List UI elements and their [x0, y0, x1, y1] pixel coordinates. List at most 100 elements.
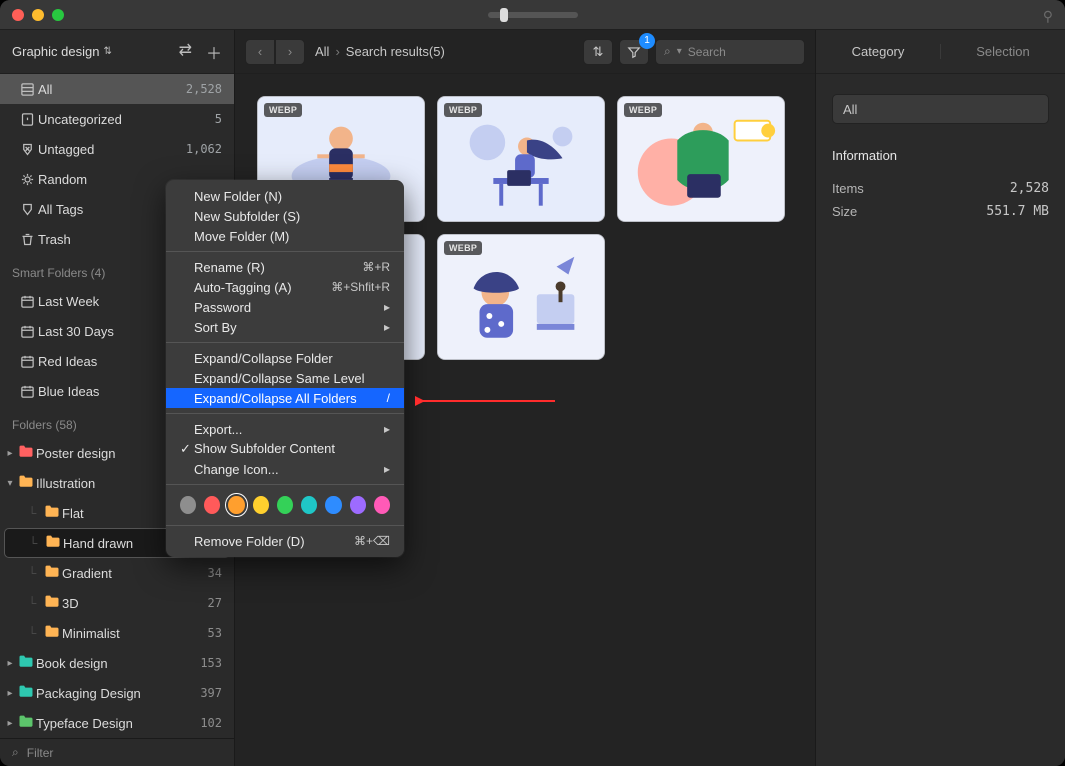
menu-separator	[166, 525, 404, 526]
folder-icon	[43, 535, 63, 551]
folder-typeface-design[interactable]: ▸ Typeface Design 102	[0, 708, 234, 738]
disclosure-triangle-icon[interactable]: ▸	[4, 658, 16, 669]
menu-item-sort-by[interactable]: Sort By ▸	[166, 317, 404, 337]
subfolder-minimalist[interactable]: └ Minimalist 53	[0, 618, 234, 648]
add-icon[interactable]: ＋	[206, 40, 222, 64]
minimize-window-button[interactable]	[32, 9, 44, 21]
menu-item-password[interactable]: Password ▸	[166, 297, 404, 317]
library-switcher[interactable]: Graphic design ⇅	[12, 44, 112, 59]
thumbnail-size-slider[interactable]	[488, 12, 578, 18]
menu-item-label: Expand/Collapse All Folders	[180, 391, 357, 406]
sort-button[interactable]: ⇅	[583, 39, 613, 65]
disclosure-triangle-icon[interactable]: ▾	[4, 478, 16, 489]
menu-item-remove-folder[interactable]: Remove Folder (D) ⌘+⌫	[166, 531, 404, 551]
menu-shortcut: ⌘+⌫	[354, 534, 390, 548]
menu-item-move-folder-m-[interactable]: Move Folder (M)	[166, 226, 404, 246]
sidebar-fixed-icon	[16, 82, 38, 97]
sync-sort-icon[interactable]: ⇄	[179, 40, 192, 64]
format-badge: WEBP	[444, 241, 482, 255]
menu-item-new-subfolder-s-[interactable]: New Subfolder (S)	[166, 206, 404, 226]
tree-line: └	[23, 536, 43, 550]
sidebar-fixed-icon	[16, 232, 38, 247]
inspector-tabs: Category Selection	[816, 30, 1065, 74]
format-badge: WEBP	[624, 103, 662, 117]
breadcrumb-root[interactable]: All	[315, 44, 329, 59]
nav-back-button[interactable]: ‹	[245, 39, 275, 65]
menu-item-show-subfolder-content[interactable]: ✓Show Subfolder Content	[166, 439, 404, 459]
folder-icon	[16, 445, 36, 461]
thumbnail[interactable]: WEBP	[437, 234, 605, 360]
tree-line: └	[22, 626, 42, 640]
library-name: Graphic design	[12, 44, 99, 59]
format-badge: WEBP	[264, 103, 302, 117]
maximize-window-button[interactable]	[52, 9, 64, 21]
toolbar: ‹ › All › Search results(5) ⇅ 1 ⌕	[235, 30, 815, 74]
menu-item-rename-r-[interactable]: Rename (R) ⌘+R	[166, 257, 404, 277]
color-swatch[interactable]	[228, 496, 244, 514]
disclosure-triangle-icon[interactable]: ▸	[4, 448, 16, 459]
color-swatch[interactable]	[180, 496, 196, 514]
slider-thumb[interactable]	[500, 8, 508, 22]
pin-icon[interactable]: ⚲	[1043, 8, 1053, 25]
filter-button[interactable]: 1	[619, 39, 649, 65]
color-swatch[interactable]	[253, 496, 269, 514]
folder-label: Packaging Design	[36, 686, 200, 701]
folder-book-design[interactable]: ▸ Book design 153	[0, 648, 234, 678]
calendar-icon	[16, 354, 38, 369]
sidebar-item-all[interactable]: All 2,528	[0, 74, 234, 104]
menu-item-label: Auto-Tagging (A)	[180, 280, 292, 295]
thumbnail[interactable]: WEBP	[437, 96, 605, 222]
sidebar-item-untagged[interactable]: Untagged 1,062	[0, 134, 234, 164]
tree-line: └	[22, 566, 42, 580]
tab-category[interactable]: Category	[816, 44, 940, 59]
menu-item-auto-tagging-a-[interactable]: Auto-Tagging (A) ⌘+Shfit+R	[166, 277, 404, 297]
category-filter-pill[interactable]: All	[832, 94, 1049, 124]
tab-selection[interactable]: Selection	[940, 44, 1065, 59]
sidebar-item-count: 1,062	[186, 142, 222, 156]
menu-shortcut: ⌘+R	[362, 260, 390, 274]
folder-icon	[16, 655, 36, 671]
menu-item-expand-collapse-same-level[interactable]: Expand/Collapse Same Level	[166, 368, 404, 388]
sidebar-filter[interactable]: ⌕ Filter	[0, 738, 234, 766]
disclosure-triangle-icon[interactable]: ▸	[4, 688, 16, 699]
menu-item-label: New Subfolder (S)	[180, 209, 300, 224]
subfolder-gradient[interactable]: └ Gradient 34	[0, 558, 234, 588]
disclosure-triangle-icon[interactable]: ▸	[4, 718, 16, 729]
menu-item-export-[interactable]: Export... ▸	[166, 419, 404, 439]
close-window-button[interactable]	[12, 9, 24, 21]
sidebar-item-count: 2,528	[186, 82, 222, 96]
search-input[interactable]: ⌕ ▾ Search	[655, 39, 805, 65]
menu-separator	[166, 484, 404, 485]
menu-item-change-icon-[interactable]: Change Icon... ▸	[166, 459, 404, 479]
color-swatch[interactable]	[204, 496, 220, 514]
color-swatch[interactable]	[325, 496, 341, 514]
color-swatch[interactable]	[301, 496, 317, 514]
tree-line: └	[22, 506, 42, 520]
sidebar-item-uncategorized[interactable]: Uncategorized 5	[0, 104, 234, 134]
traffic-lights	[12, 9, 64, 21]
subfolder-label: Gradient	[62, 566, 208, 581]
thumbnail[interactable]: WEBP	[617, 96, 785, 222]
folder-label: Book design	[36, 656, 200, 671]
folder-icon	[42, 595, 62, 611]
sidebar-item-count: 5	[215, 112, 222, 126]
color-swatch[interactable]	[374, 496, 390, 514]
info-key: Size	[832, 204, 857, 219]
color-swatch[interactable]	[277, 496, 293, 514]
menu-item-label: Export...	[180, 422, 242, 437]
nav-forward-button[interactable]: ›	[275, 39, 305, 65]
sidebar-fixed-icon	[16, 172, 38, 187]
inspector-pane: Category Selection All Information Items…	[815, 30, 1065, 766]
color-swatch[interactable]	[350, 496, 366, 514]
category-filter-label: All	[843, 102, 857, 117]
calendar-icon	[16, 294, 38, 309]
folder-packaging-design[interactable]: ▸ Packaging Design 397	[0, 678, 234, 708]
folder-icon	[16, 715, 36, 731]
subfolder-3d[interactable]: └ 3D 27	[0, 588, 234, 618]
folder-count: 102	[200, 716, 222, 730]
menu-item-expand-collapse-all-folders[interactable]: Expand/Collapse All Folders /	[166, 388, 404, 408]
menu-separator	[166, 251, 404, 252]
menu-item-new-folder-n-[interactable]: New Folder (N)	[166, 186, 404, 206]
menu-item-expand-collapse-folder[interactable]: Expand/Collapse Folder	[166, 348, 404, 368]
subfolder-count: 34	[208, 566, 222, 580]
